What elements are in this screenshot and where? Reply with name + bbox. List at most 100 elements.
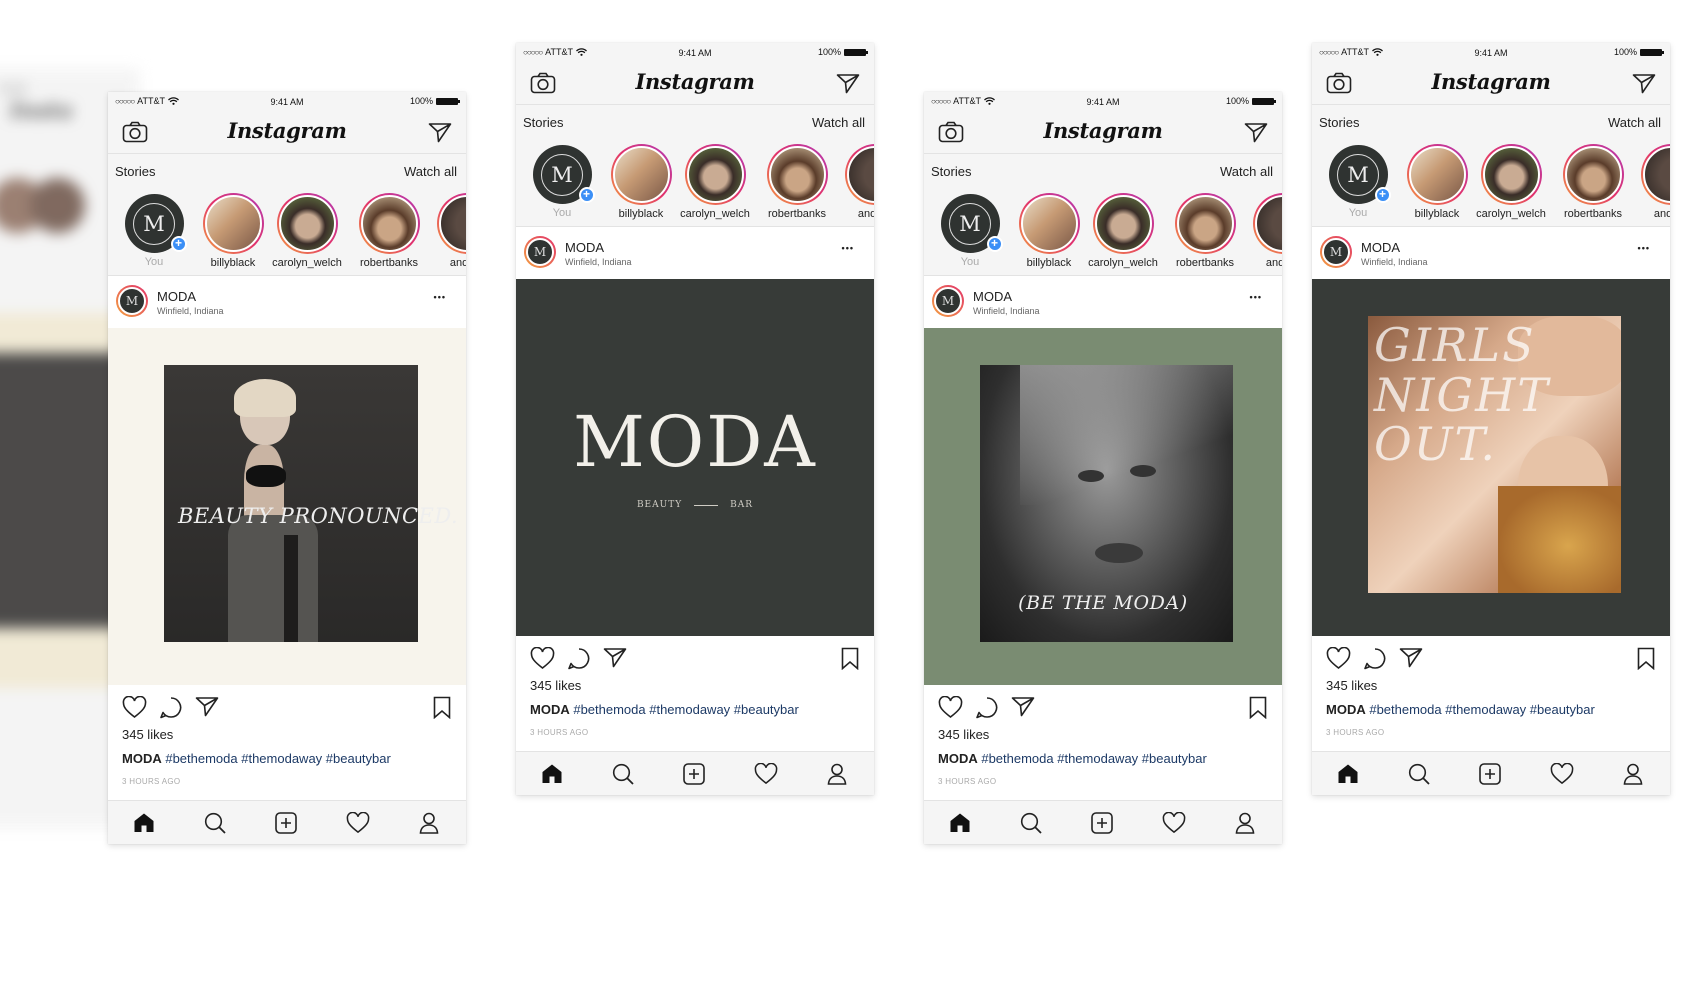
story-you[interactable]: M + You [930, 193, 1010, 268]
bookmark-icon[interactable] [1249, 696, 1267, 719]
add-post-icon[interactable] [683, 763, 705, 785]
post-location[interactable]: Winfield, Indiana [973, 306, 1040, 316]
watch-all-link[interactable]: Watch all [404, 164, 457, 179]
share-send-icon[interactable] [195, 696, 219, 718]
comment-icon[interactable] [567, 647, 591, 670]
search-icon[interactable] [612, 763, 634, 785]
caption-hashtags[interactable]: #bethemoda #themodaway #beautybar [981, 751, 1207, 766]
story-andrea[interactable]: andrea [1631, 144, 1670, 220]
search-icon[interactable] [1020, 812, 1042, 834]
comment-icon[interactable] [975, 696, 999, 719]
story-andrea[interactable]: andrea [835, 144, 874, 220]
more-options-icon[interactable]: ••• [434, 292, 446, 302]
add-story-plus-icon[interactable]: + [1374, 187, 1391, 203]
add-story-plus-icon[interactable]: + [578, 187, 595, 203]
send-icon[interactable] [428, 122, 452, 143]
like-heart-icon[interactable] [1326, 647, 1351, 670]
profile-icon[interactable] [419, 812, 439, 834]
story-billyblack[interactable]: billyblack [601, 144, 681, 220]
add-story-plus-icon[interactable]: + [170, 236, 187, 252]
story-carolyn-welch[interactable]: carolyn_welch [1471, 144, 1551, 220]
comment-icon[interactable] [159, 696, 183, 719]
story-billyblack[interactable]: billyblack [193, 193, 273, 269]
post-avatar[interactable]: M [116, 285, 148, 317]
story-billyblack[interactable]: billyblack [1009, 193, 1089, 269]
likes-count[interactable]: 345 likes [1326, 678, 1377, 693]
add-post-icon[interactable] [275, 812, 297, 834]
post-avatar[interactable]: M [932, 285, 964, 317]
caption-username[interactable]: MODA [530, 702, 570, 717]
bookmark-icon[interactable] [841, 647, 859, 670]
caption-username[interactable]: MODA [1326, 702, 1366, 717]
post-account-name[interactable]: MODA [973, 289, 1012, 304]
activity-heart-icon[interactable] [754, 763, 778, 785]
like-heart-icon[interactable] [530, 647, 555, 670]
story-robertbanks[interactable]: robertbanks [1165, 193, 1245, 269]
post-location[interactable]: Winfield, Indiana [1361, 257, 1428, 267]
home-icon[interactable] [541, 763, 563, 784]
share-send-icon[interactable] [1011, 696, 1035, 718]
likes-count[interactable]: 345 likes [530, 678, 581, 693]
caption-hashtags[interactable]: #bethemoda #themodaway #beautybar [165, 751, 391, 766]
likes-count[interactable]: 345 likes [122, 727, 173, 742]
caption-hashtags[interactable]: #bethemoda #themodaway #beautybar [1369, 702, 1595, 717]
bookmark-icon[interactable] [1637, 647, 1655, 670]
home-icon[interactable] [133, 812, 155, 833]
caption-hashtags[interactable]: #bethemoda #themodaway #beautybar [573, 702, 799, 717]
profile-icon[interactable] [1623, 763, 1643, 785]
story-robertbanks[interactable]: robertbanks [349, 193, 429, 269]
add-post-icon[interactable] [1479, 763, 1501, 785]
watch-all-link[interactable]: Watch all [812, 115, 865, 130]
watch-all-link[interactable]: Watch all [1608, 115, 1661, 130]
share-send-icon[interactable] [1399, 647, 1423, 669]
add-story-plus-icon[interactable]: + [986, 236, 1003, 252]
like-heart-icon[interactable] [938, 696, 963, 719]
story-andrea[interactable]: andrea [427, 193, 466, 269]
home-icon[interactable] [949, 812, 971, 833]
activity-heart-icon[interactable] [1162, 812, 1186, 834]
watch-all-link[interactable]: Watch all [1220, 164, 1273, 179]
send-icon[interactable] [836, 73, 860, 94]
post-avatar[interactable]: M [1320, 236, 1352, 268]
post-image[interactable]: BEAUTY PRONOUNCED. [108, 328, 466, 685]
post-image[interactable]: MODA BEAUTY BAR [516, 279, 874, 636]
post-account-name[interactable]: MODA [565, 240, 604, 255]
activity-heart-icon[interactable] [346, 812, 370, 834]
profile-icon[interactable] [827, 763, 847, 785]
likes-count[interactable]: 345 likes [938, 727, 989, 742]
comment-icon[interactable] [1363, 647, 1387, 670]
more-options-icon[interactable]: ••• [1250, 292, 1262, 302]
post-image[interactable]: (BE THE MODA) [924, 328, 1282, 685]
send-icon[interactable] [1632, 73, 1656, 94]
search-icon[interactable] [204, 812, 226, 834]
story-robertbanks[interactable]: robertbanks [1553, 144, 1633, 220]
activity-heart-icon[interactable] [1550, 763, 1574, 785]
story-you[interactable]: M + You [114, 193, 194, 268]
profile-icon[interactable] [1235, 812, 1255, 834]
more-options-icon[interactable]: ••• [1638, 243, 1650, 253]
like-heart-icon[interactable] [122, 696, 147, 719]
story-you[interactable]: M + You [1318, 144, 1398, 219]
add-post-icon[interactable] [1091, 812, 1113, 834]
post-account-name[interactable]: MODA [1361, 240, 1400, 255]
post-location[interactable]: Winfield, Indiana [157, 306, 224, 316]
story-billyblack[interactable]: billyblack [1397, 144, 1477, 220]
post-account-name[interactable]: MODA [157, 289, 196, 304]
post-image[interactable]: GIRLS NIGHT OUT. [1312, 279, 1670, 636]
bookmark-icon[interactable] [433, 696, 451, 719]
story-carolyn-welch[interactable]: carolyn_welch [267, 193, 347, 269]
story-carolyn-welch[interactable]: carolyn_welch [675, 144, 755, 220]
share-send-icon[interactable] [603, 647, 627, 669]
story-you[interactable]: M + You [522, 144, 602, 219]
caption-username[interactable]: MODA [938, 751, 978, 766]
story-andrea[interactable]: andrea [1243, 193, 1282, 269]
search-icon[interactable] [1408, 763, 1430, 785]
story-robertbanks[interactable]: robertbanks [757, 144, 837, 220]
home-icon[interactable] [1337, 763, 1359, 784]
post-location[interactable]: Winfield, Indiana [565, 257, 632, 267]
caption-username[interactable]: MODA [122, 751, 162, 766]
story-carolyn-welch[interactable]: carolyn_welch [1083, 193, 1163, 269]
post-avatar[interactable]: M [524, 236, 556, 268]
send-icon[interactable] [1244, 122, 1268, 143]
more-options-icon[interactable]: ••• [842, 243, 854, 253]
